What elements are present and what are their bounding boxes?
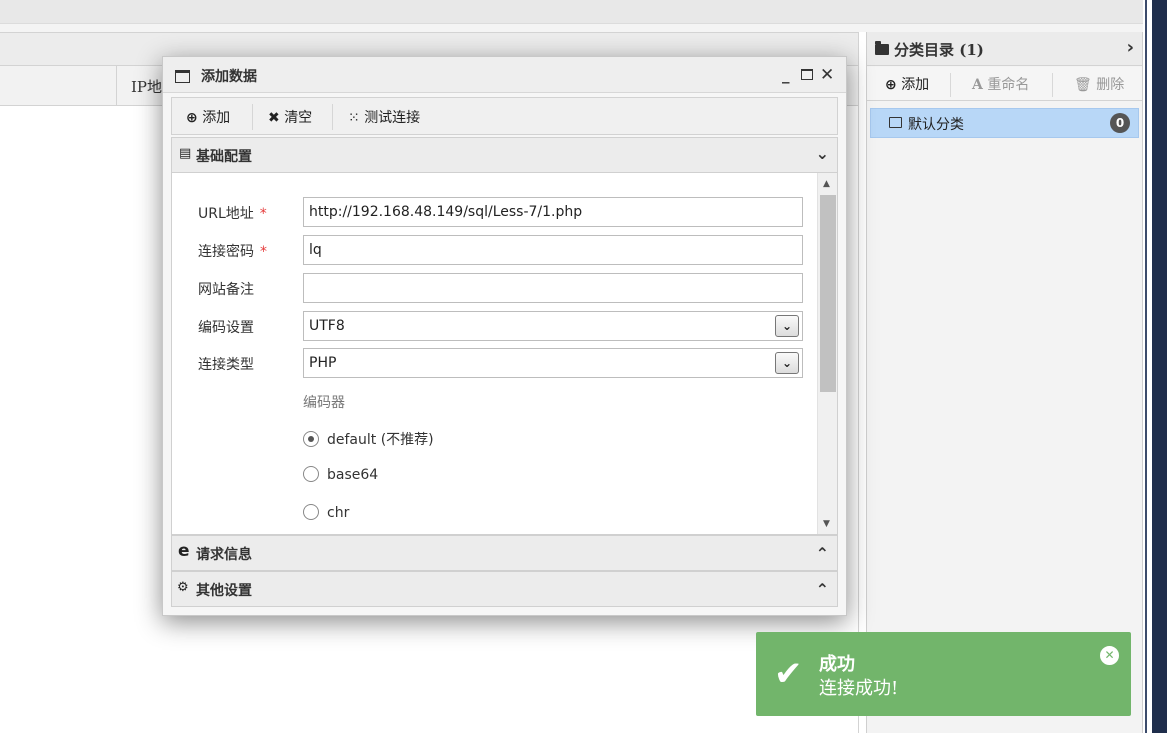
folder-icon [875,41,889,55]
folder-item-default[interactable]: 默认分类 0 [870,108,1139,138]
password-input[interactable]: lq [303,235,803,265]
success-toast: ✔ 成功 连接成功! ✕ [756,632,1131,716]
sidebar-toolbar: ⊕ 添加 A 重命名 🗑 删除 [867,67,1142,101]
encoder-option-base64[interactable]: base64 [303,466,379,483]
section-basic-title: 基础配置 [196,149,252,165]
sidebar-delete-label: 删除 [1096,77,1125,93]
edge-icon: e [178,541,190,561]
chevron-down-icon[interactable]: ⌄ [775,315,799,337]
section-other-title: 其他设置 [196,583,252,599]
add-label: 添加 [202,110,231,126]
type-label: 连接类型 [198,357,254,373]
section-request-title: 请求信息 [196,547,252,563]
encoding-value: UTF8 [309,318,345,334]
folder-count-badge: 0 [1110,113,1130,133]
font-icon: A [972,77,983,93]
test-connection-label: 测试连接 [364,110,421,126]
add-data-dialog: 添加数据 _ ✕ ⊕ 添加 ✖ 清空 ⁙ 测试连接 ▤ 基础配置 ⌄ URL地址… [162,56,847,616]
toast-title: 成功 [819,654,855,675]
plus-circle-icon: ⊕ [186,110,198,126]
sidebar-add-button[interactable]: ⊕ 添加 [885,74,929,94]
basic-config-body: URL地址 * http://192.168.48.149/sql/Less-7/… [171,173,838,535]
test-connection-button[interactable]: ⁙ 测试连接 [348,107,420,127]
encoder-option-label: default (不推荐) [327,432,434,448]
dialog-titlebar[interactable]: 添加数据 _ ✕ [163,57,846,93]
folder-open-icon [889,117,902,128]
top-strip [0,0,1143,28]
sidebar-rename-button[interactable]: A 重命名 [972,74,1029,94]
sidebar-header: 分类目录 (1) › [867,32,1142,66]
section-request-info-header[interactable]: e 请求信息 ⌃ [171,535,838,571]
gears-icon: ⚙ [177,580,189,595]
toast-message: 连接成功! [819,678,899,699]
clear-button[interactable]: ✖ 清空 [268,107,312,127]
trash-icon: 🗑 [1074,77,1092,93]
toolbar-divider [252,104,253,130]
encoder-option-label: chr [327,505,350,521]
chevron-up-icon: ⌃ [815,580,829,599]
encoding-label: 编码设置 [198,320,254,336]
url-input[interactable]: http://192.168.48.149/sql/Less-7/1.php [303,197,803,227]
toolbar-divider [950,73,951,97]
toolbar-divider [332,104,333,130]
scroll-up-icon[interactable]: ▲ [823,179,830,189]
radio-icon[interactable] [303,466,319,482]
encoder-option-default[interactable]: default (不推荐) [303,429,434,449]
dialog-title: 添加数据 [201,69,257,85]
section-other-settings-header[interactable]: ⚙ 其他设置 ⌃ [171,571,838,607]
spinner-icon: ⁙ [348,110,360,126]
password-label: 连接密码 * [198,244,267,260]
radio-icon[interactable] [303,504,319,520]
vertical-scrollbar[interactable]: ▲ ▼ [817,173,837,534]
scroll-down-icon[interactable]: ▼ [823,519,830,529]
sidebar-title-text: 分类目录 (1) [894,41,984,59]
minimize-icon[interactable]: _ [782,66,790,84]
note-input[interactable] [303,273,803,303]
scroll-thumb[interactable] [820,195,836,392]
toolbar-divider [1052,73,1053,97]
sidebar-delete-button[interactable]: 🗑 删除 [1074,74,1124,94]
close-icon[interactable]: ✕ [820,65,834,85]
type-select[interactable]: PHP ⌄ [303,348,803,378]
maximize-icon[interactable] [801,69,813,80]
chevron-down-icon: ⌄ [815,144,829,163]
dialog-toolbar: ⊕ 添加 ✖ 清空 ⁙ 测试连接 [171,97,838,135]
url-label: URL地址 * [198,206,267,222]
encoder-option-chr[interactable]: chr [303,504,350,521]
category-sidebar: 分类目录 (1) › ⊕ 添加 A 重命名 🗑 删除 默认分类 0 [866,32,1143,733]
chevron-up-icon: ⌃ [815,544,829,563]
plus-circle-icon: ⊕ [885,77,897,93]
add-button[interactable]: ⊕ 添加 [186,107,230,127]
folder-label: 默认分类 [908,117,964,133]
x-icon: ✖ [268,110,280,126]
type-value: PHP [309,355,337,371]
sidebar-title: 分类目录 (1) [875,39,984,60]
radio-checked-icon[interactable] [303,431,319,447]
chevron-down-icon[interactable]: ⌄ [775,352,799,374]
check-icon: ✔ [774,654,803,694]
encoding-select[interactable]: UTF8 ⌄ [303,311,803,341]
chevron-right-icon[interactable]: › [1127,37,1134,58]
window-icon [175,70,190,83]
desktop-edge [1143,0,1167,733]
encoder-option-label: base64 [327,467,379,483]
close-icon[interactable]: ✕ [1100,646,1119,665]
document-icon: ▤ [179,146,192,161]
sidebar-rename-label: 重命名 [987,77,1030,93]
section-basic-config-header[interactable]: ▤ 基础配置 ⌄ [171,137,838,173]
clear-label: 清空 [284,110,313,126]
gap-strip [0,24,1143,32]
sidebar-add-label: 添加 [901,77,930,93]
note-label: 网站备注 [198,282,254,298]
encoder-label: 编码器 [303,395,345,411]
